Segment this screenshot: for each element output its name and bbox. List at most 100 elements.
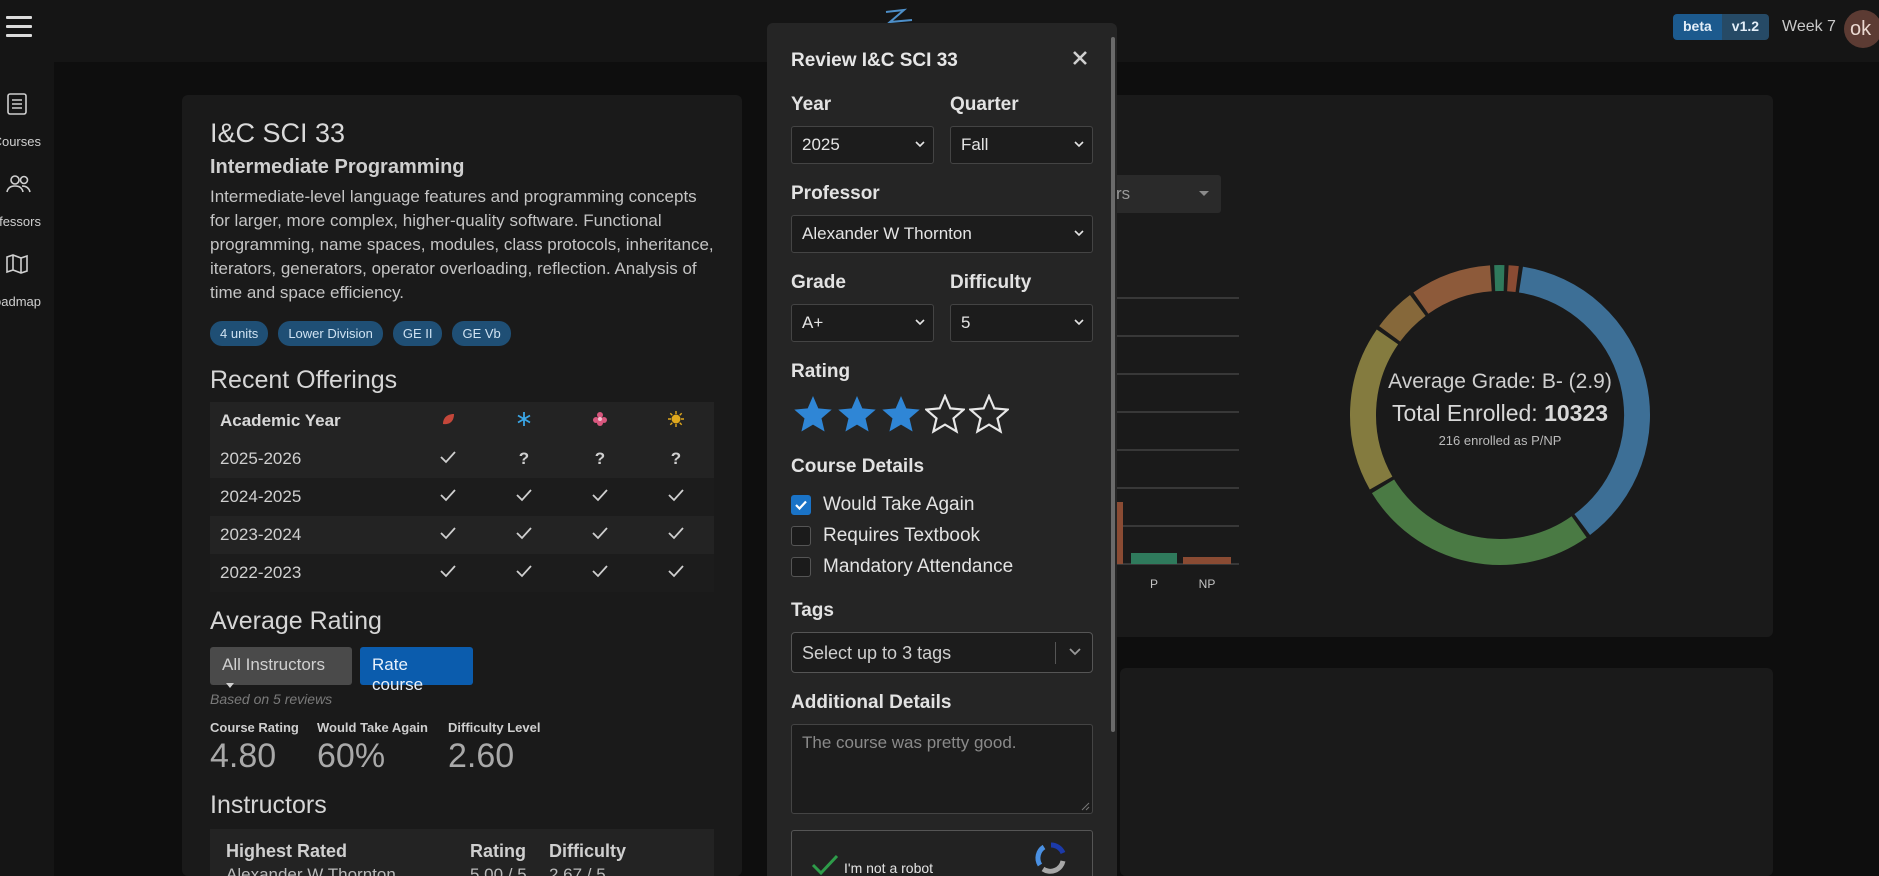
instructors-heading: Instructors bbox=[210, 791, 327, 819]
close-icon[interactable] bbox=[1068, 46, 1092, 70]
difficulty-header: Difficulty bbox=[549, 841, 627, 861]
star-icon[interactable] bbox=[925, 394, 965, 434]
recent-offerings-heading: Recent Offerings bbox=[210, 366, 398, 394]
table-row: 2025-2026 ? ? ? bbox=[210, 440, 714, 478]
donut-slice-b[interactable] bbox=[1371, 479, 1587, 565]
check-icon bbox=[638, 478, 714, 516]
sidebar: Courses Professors Roadmap bbox=[0, 62, 54, 876]
difficulty-select[interactable]: 5 bbox=[950, 304, 1093, 342]
year-select[interactable]: 2025 bbox=[791, 126, 934, 164]
recaptcha-widget[interactable]: I'm not a robot bbox=[791, 830, 1093, 876]
donut-slice-f[interactable] bbox=[1413, 265, 1493, 314]
beta-label: beta bbox=[1673, 14, 1722, 40]
check-icon bbox=[562, 478, 638, 516]
star-icon[interactable] bbox=[837, 394, 877, 434]
sidebar-item-roadmap[interactable]: Roadmap bbox=[0, 252, 54, 322]
badge-division[interactable]: Lower Division bbox=[278, 321, 383, 346]
map-icon bbox=[6, 254, 28, 274]
instructor-filter-dropdown[interactable]: All Instructors bbox=[210, 647, 352, 688]
recaptcha-logo-icon bbox=[1035, 842, 1066, 874]
sidebar-item-label: Professors bbox=[0, 214, 41, 229]
table-row: 2023-2024 bbox=[210, 516, 714, 554]
check-icon bbox=[638, 554, 714, 592]
table-header-row: Academic Year bbox=[210, 402, 714, 440]
would-take-again-checkbox[interactable] bbox=[791, 495, 811, 515]
sidebar-item-label: Roadmap bbox=[0, 294, 41, 309]
check-icon bbox=[410, 554, 486, 592]
captcha-check-icon[interactable] bbox=[810, 853, 840, 876]
badge-units[interactable]: 4 units bbox=[210, 321, 269, 346]
avatar[interactable]: ok bbox=[1844, 10, 1879, 48]
additional-details-textarea[interactable]: The course was pretty good. bbox=[791, 724, 1093, 814]
professor-select[interactable]: Alexander W Thornton bbox=[791, 215, 1093, 253]
badge-ge-ii[interactable]: GE II bbox=[392, 321, 443, 346]
academic-year-header: Academic Year bbox=[210, 402, 410, 440]
fall-leaf-icon bbox=[410, 402, 486, 440]
pnp-enrolled-text: 216 enrolled as P/NP bbox=[1438, 433, 1562, 448]
instructors-table: Highest Rated Rating Difficulty Alexande… bbox=[210, 829, 714, 876]
grade-select[interactable]: A+ bbox=[791, 304, 934, 342]
professor-label: Professor bbox=[791, 183, 880, 204]
rate-course-button[interactable]: Rate course bbox=[360, 647, 473, 694]
stat-label: Would Take Again bbox=[317, 720, 428, 735]
course-title: Intermediate Programming bbox=[210, 156, 465, 178]
version-badge: beta v1.2 bbox=[1673, 14, 1770, 40]
winter-snowflake-icon bbox=[486, 402, 562, 440]
star-rating[interactable] bbox=[793, 394, 1009, 434]
sidebar-item-courses[interactable]: Courses bbox=[0, 92, 54, 162]
tags-placeholder: Select up to 3 tags bbox=[802, 643, 952, 663]
stat-label: Difficulty Level bbox=[448, 720, 541, 735]
sidebar-item-professors[interactable]: Professors bbox=[0, 172, 54, 242]
badge-ge-vb[interactable]: GE Vb bbox=[452, 321, 511, 346]
checkbox-label: Would Take Again bbox=[823, 494, 975, 515]
checkbox-label: Mandatory Attendance bbox=[823, 556, 1014, 577]
year-cell: 2024-2025 bbox=[210, 478, 410, 516]
chevron-down-icon[interactable] bbox=[1068, 646, 1082, 658]
grade-bar-chart: P NP bbox=[1110, 297, 1239, 591]
stat-value: 60% bbox=[317, 737, 386, 775]
star-icon[interactable] bbox=[881, 394, 921, 434]
resize-handle-icon[interactable] bbox=[1080, 801, 1090, 811]
table-row: 2024-2025 bbox=[210, 478, 714, 516]
hamburger-menu-icon[interactable] bbox=[6, 16, 32, 38]
list-icon bbox=[7, 93, 27, 115]
check-icon bbox=[410, 516, 486, 554]
mandatory-attendance-checkbox-row[interactable]: Mandatory Attendance bbox=[791, 556, 1013, 578]
table-row: 2022-2023 bbox=[210, 554, 714, 592]
instructor-name-link[interactable]: Alexander W Thornton bbox=[226, 865, 396, 876]
unknown-mark: ? bbox=[562, 440, 638, 478]
chevron-down-icon bbox=[1074, 141, 1084, 148]
star-icon[interactable] bbox=[793, 394, 833, 434]
total-enrolled-text: Total Enrolled: 10323 bbox=[1340, 400, 1660, 427]
quarter-select[interactable]: Fall bbox=[950, 126, 1093, 164]
caret-down-icon bbox=[1199, 191, 1209, 196]
total-enrolled-value: 10323 bbox=[1544, 400, 1609, 426]
requires-textbook-checkbox[interactable] bbox=[791, 526, 811, 546]
mandatory-attendance-checkbox[interactable] bbox=[791, 557, 811, 577]
modal-scrollbar[interactable] bbox=[1111, 37, 1115, 732]
difficulty-level-stat: Difficulty Level 2.60 bbox=[448, 720, 540, 776]
x-tick-p: P bbox=[1150, 577, 1158, 591]
year-label: Year bbox=[791, 94, 832, 115]
total-enrolled-label: Total Enrolled: bbox=[1391, 400, 1545, 426]
year-cell: 2022-2023 bbox=[210, 554, 410, 592]
grade-filter-select[interactable]: rs bbox=[1108, 175, 1221, 213]
tags-label: Tags bbox=[791, 600, 834, 621]
check-icon bbox=[410, 440, 486, 478]
would-take-again-checkbox-row[interactable]: Would Take Again bbox=[791, 494, 974, 516]
tags-select[interactable]: Select up to 3 tags bbox=[791, 632, 1093, 673]
instructor-rating: 5.00 / 5 bbox=[470, 865, 527, 876]
donut-slice-d[interactable] bbox=[1379, 295, 1426, 342]
average-grade-text: Average Grade: B- (2.9) bbox=[1388, 370, 1612, 393]
bar-p bbox=[1131, 553, 1177, 564]
version-label: v1.2 bbox=[1721, 14, 1770, 40]
check-icon bbox=[486, 478, 562, 516]
caret-down-icon bbox=[226, 682, 234, 688]
donut-center-text: Average Grade: B- (2.9) Total Enrolled: … bbox=[1340, 370, 1660, 448]
requires-textbook-checkbox-row[interactable]: Requires Textbook bbox=[791, 525, 980, 547]
spring-flower-icon bbox=[562, 402, 638, 440]
course-details-label: Course Details bbox=[791, 456, 925, 477]
star-icon[interactable] bbox=[969, 394, 1009, 434]
donut-slice-np[interactable] bbox=[1507, 265, 1519, 292]
rating-header: Rating bbox=[470, 841, 526, 861]
